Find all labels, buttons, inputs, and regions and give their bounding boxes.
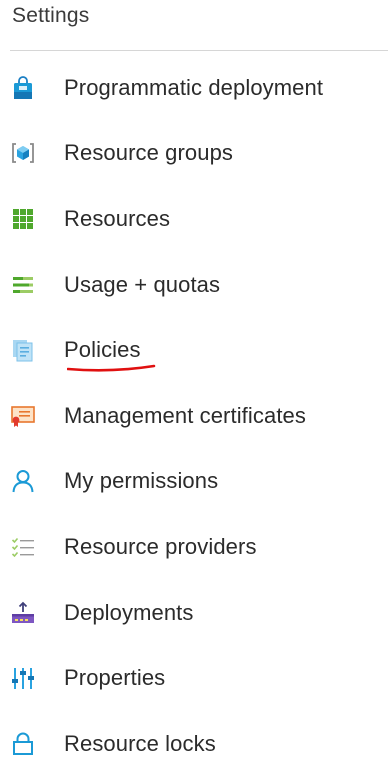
- grid-icon: [10, 206, 36, 232]
- menu-item-label: Resource locks: [64, 730, 216, 756]
- divider: [10, 50, 388, 51]
- menu-item-resource-providers[interactable]: Resource providers: [0, 514, 390, 580]
- lock-icon: [10, 731, 36, 757]
- usage-quota-icon: [10, 272, 36, 298]
- settings-menu: Programmatic deployment Resource groups …: [0, 55, 390, 777]
- menu-item-resource-locks[interactable]: Resource locks: [0, 711, 390, 777]
- person-icon: [10, 468, 36, 494]
- menu-item-label: Resource groups: [64, 140, 234, 166]
- menu-item-label: Policies: [64, 337, 141, 363]
- menu-item-programmatic-deployment[interactable]: Programmatic deployment: [0, 55, 390, 121]
- menu-item-my-permissions[interactable]: My permissions: [0, 449, 390, 515]
- deployment-icon: [10, 600, 36, 626]
- menu-item-label: Resource providers: [64, 533, 257, 559]
- menu-item-label: Usage + quotas: [64, 271, 221, 297]
- menu-item-label: Programmatic deployment: [64, 74, 324, 100]
- settings-panel: Settings Programmatic deployment Resourc…: [0, 0, 390, 757]
- policy-icon: [10, 337, 36, 363]
- menu-item-label: Resources: [64, 205, 171, 231]
- menu-item-resource-groups[interactable]: Resource groups: [0, 121, 390, 187]
- menu-item-usage-quotas[interactable]: Usage + quotas: [0, 252, 390, 318]
- menu-item-management-certificates[interactable]: Management certificates: [0, 383, 390, 449]
- section-title: Settings: [12, 4, 90, 27]
- resource-group-icon: [10, 140, 36, 166]
- shopping-bag-icon: [10, 75, 36, 101]
- menu-item-policies[interactable]: Policies: [0, 317, 390, 383]
- menu-item-label: Management certificates: [64, 402, 306, 428]
- menu-item-label: Deployments: [64, 599, 194, 625]
- checklist-icon: [10, 534, 36, 560]
- menu-item-label: Properties: [64, 665, 166, 691]
- menu-item-resources[interactable]: Resources: [0, 186, 390, 252]
- menu-item-deployments[interactable]: Deployments: [0, 580, 390, 646]
- menu-item-label: My permissions: [64, 468, 219, 494]
- red-underline-annotation: [67, 365, 156, 372]
- menu-item-properties[interactable]: Properties: [0, 645, 390, 711]
- properties-icon: [10, 665, 36, 691]
- certificate-icon: [10, 403, 36, 429]
